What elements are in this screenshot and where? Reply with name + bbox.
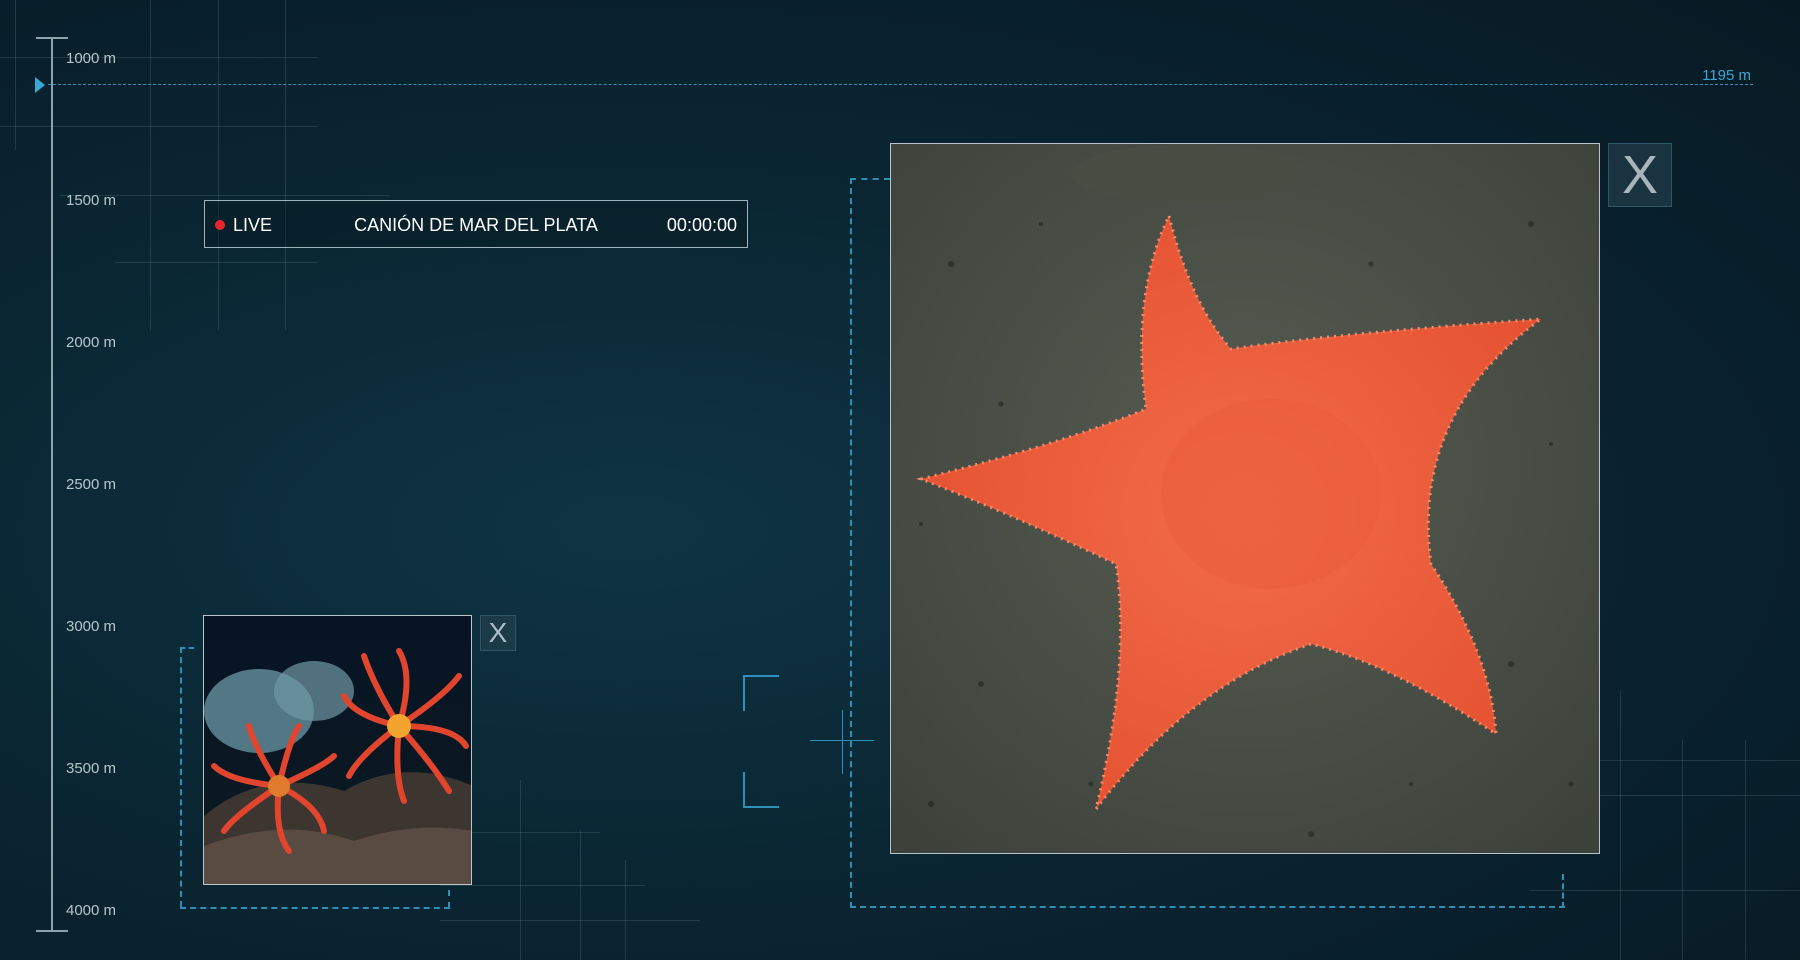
depth-scale-axis [51, 37, 53, 932]
depth-label: 4000 m [66, 902, 117, 919]
depth-label: 2000 m [66, 334, 117, 351]
main-frame [850, 178, 890, 180]
main-frame [1562, 874, 1564, 908]
main-frame [850, 906, 1565, 908]
main-image-viewer[interactable] [890, 143, 1600, 854]
grid-line [625, 860, 626, 960]
location-title: CANIÓN DE MAR DEL PLATA [354, 215, 598, 235]
feather-star-photo [204, 616, 471, 884]
depth-label: 1000 m [66, 50, 117, 67]
thumb-frame [180, 647, 182, 907]
main-view-close-button[interactable]: X [1608, 143, 1672, 207]
live-status-bar: LIVE CANIÓN DE MAR DEL PLATA 00:00:00 [204, 200, 748, 248]
stream-timer: 00:00:00 [666, 215, 737, 235]
grid-line [1620, 690, 1621, 960]
grid-line [1530, 890, 1800, 891]
grid-line [1745, 740, 1746, 960]
crosshair-icon [842, 710, 843, 774]
thumb-frame [448, 890, 450, 908]
target-bracket [743, 772, 779, 808]
depth-scale-cap-bottom [36, 930, 68, 932]
depth-label: 3500 m [66, 760, 117, 777]
depth-label: 2500 m [66, 476, 117, 493]
grid-line [218, 0, 219, 330]
grid-line [285, 0, 286, 330]
depth-label: 3000 m [66, 618, 117, 635]
grid-line [440, 920, 700, 921]
grid-line [520, 780, 521, 960]
depth-scale-cap-top [36, 37, 68, 39]
current-depth-line [48, 84, 1753, 85]
thumbnail-image[interactable] [203, 615, 472, 885]
thumbnail-close-button[interactable]: X [480, 615, 516, 651]
grid-line [440, 885, 645, 886]
grid-line [580, 830, 581, 960]
grid-line [0, 126, 318, 127]
sea-star-photo [891, 144, 1599, 853]
grid-line [15, 0, 16, 150]
depth-label: 1500 m [66, 192, 117, 209]
thumb-frame [180, 907, 450, 909]
target-bracket [743, 675, 779, 711]
thumb-frame [180, 647, 194, 649]
grid-line [0, 57, 318, 58]
grid-line [1600, 760, 1800, 761]
grid-line [150, 0, 151, 330]
grid-line [1682, 740, 1683, 960]
main-frame [850, 178, 852, 908]
grid-line [115, 262, 318, 263]
current-depth-readout: 1195 m [1702, 67, 1751, 84]
depth-marker-icon[interactable] [35, 77, 45, 93]
